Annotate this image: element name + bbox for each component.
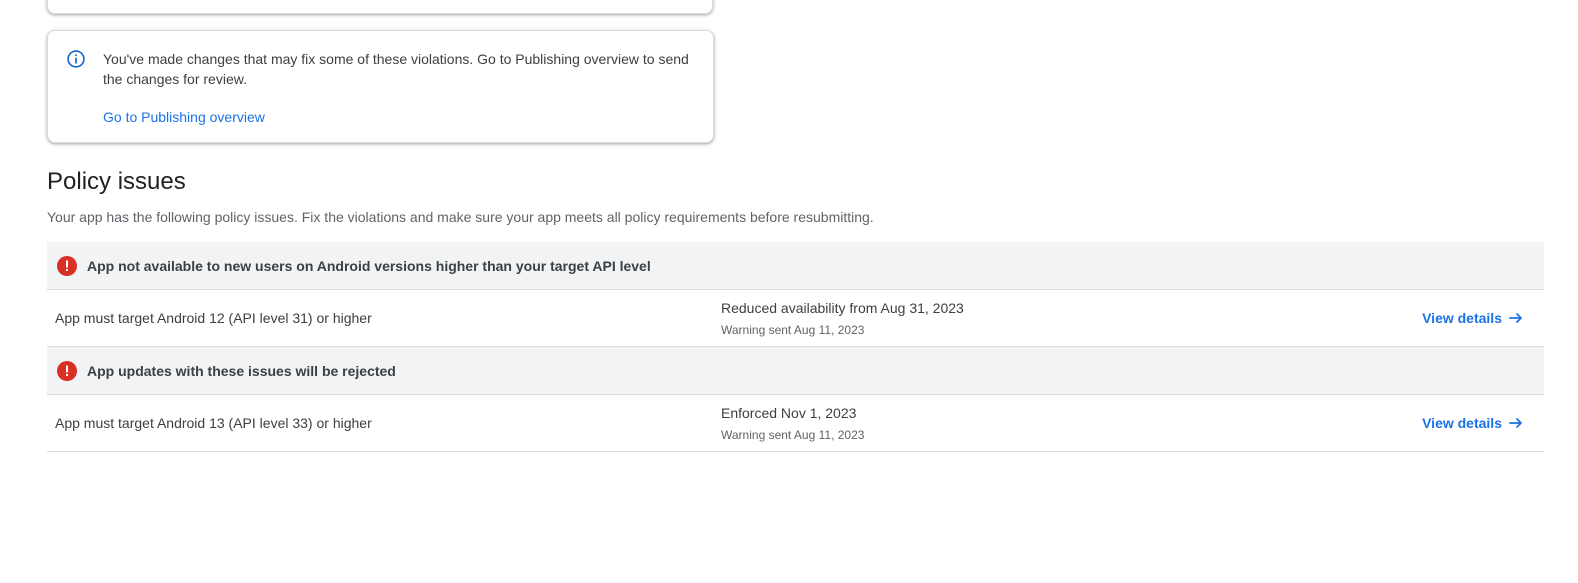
- policy-issues-table: App not available to new users on Androi…: [47, 242, 1544, 452]
- error-icon: [57, 360, 77, 381]
- error-icon: [57, 255, 77, 276]
- info-message: You've made changes that may fix some of…: [103, 51, 689, 87]
- table-row: App must target Android 13 (API level 33…: [47, 395, 1544, 452]
- policy-status-page: You've made changes that may fix some of…: [0, 0, 1578, 583]
- warning-sent-text: Warning sent Aug 11, 2023: [721, 323, 865, 337]
- issue-group-title: App not available to new users on Androi…: [87, 257, 651, 274]
- info-icon: [67, 50, 85, 68]
- previous-card: [47, 0, 713, 14]
- status-text: Reduced availability from Aug 31, 2023: [721, 300, 964, 316]
- issue-name: App must target Android 12 (API level 31…: [55, 310, 372, 326]
- view-details-label: View details: [1422, 415, 1502, 431]
- view-details-button[interactable]: View details: [1422, 413, 1524, 433]
- issue-status: Enforced Nov 1, 2023 Warning sent Aug 11…: [721, 403, 864, 443]
- info-banner: You've made changes that may fix some of…: [47, 30, 714, 143]
- warning-sent-text: Warning sent Aug 11, 2023: [721, 428, 865, 442]
- table-row: App must target Android 12 (API level 31…: [47, 290, 1544, 347]
- view-details-label: View details: [1422, 310, 1502, 326]
- arrow-right-icon: [1509, 313, 1522, 323]
- policy-issues-title: Policy issues: [47, 168, 186, 195]
- issue-status: Reduced availability from Aug 31, 2023 W…: [721, 298, 964, 338]
- policy-issues-description: Your app has the following policy issues…: [47, 209, 874, 225]
- go-to-publishing-overview-link[interactable]: Go to Publishing overview: [103, 107, 265, 127]
- issue-group-header: App updates with these issues will be re…: [47, 347, 1544, 395]
- status-text: Enforced Nov 1, 2023: [721, 405, 857, 421]
- arrow-right-icon: [1509, 418, 1522, 428]
- issue-name: App must target Android 13 (API level 33…: [55, 415, 372, 431]
- issue-group-header: App not available to new users on Androi…: [47, 242, 1544, 290]
- view-details-button[interactable]: View details: [1422, 308, 1524, 328]
- issue-group-title: App updates with these issues will be re…: [87, 362, 396, 379]
